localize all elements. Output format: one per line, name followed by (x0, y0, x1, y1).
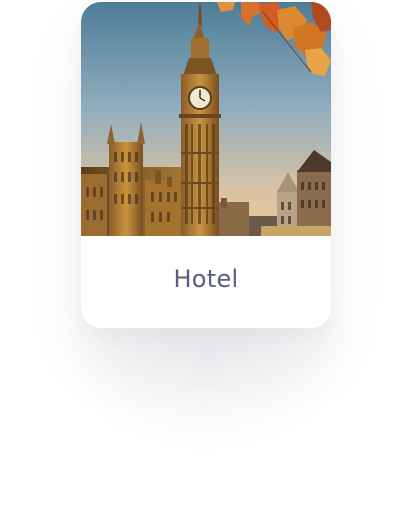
card-title: Hotel (173, 265, 239, 293)
stage: Hotel (0, 0, 411, 509)
big-ben-illustration (81, 2, 331, 236)
big-ben-photo (81, 2, 331, 236)
card-label-area: Hotel (81, 236, 331, 328)
category-card[interactable]: Hotel (81, 2, 331, 328)
